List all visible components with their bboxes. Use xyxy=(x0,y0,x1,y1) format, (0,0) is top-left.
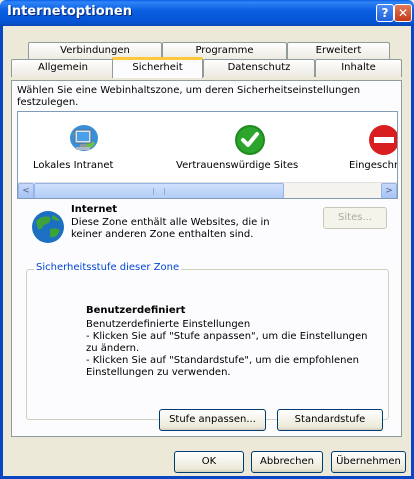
intranet-computer-icon xyxy=(70,125,98,151)
security-tab-panel: Wählen Sie eine Webinhaltszone, um deren… xyxy=(11,80,402,437)
tab-datenschutz[interactable]: Datenschutz xyxy=(203,59,315,77)
scroll-right-button[interactable]: > xyxy=(381,183,397,198)
default-level-button[interactable]: Standardstufe xyxy=(277,409,383,431)
security-level-group-label: Sicherheitsstufe dieser Zone xyxy=(34,262,182,273)
apply-button[interactable]: Übernehmen xyxy=(331,451,406,473)
help-button[interactable]: ? xyxy=(376,4,394,22)
selected-zone-title: Internet xyxy=(71,204,118,215)
zone-label-trusted: Vertrauenswürdige Sites xyxy=(176,160,299,171)
restricted-sign-icon xyxy=(369,125,397,155)
tab-sicherheit[interactable]: Sicherheit xyxy=(112,57,203,78)
tab-inhalte[interactable]: Inhalte xyxy=(315,59,402,77)
zone-list[interactable]: Lokales Intranet Vertrauenswürdige Sites… xyxy=(17,111,398,199)
window-title: Internetoptionen xyxy=(7,4,132,19)
selected-zone-description: Diese Zone enthält alle Websites, die in… xyxy=(71,217,270,240)
zone-item-trusted[interactable]: Vertrauenswürdige Sites xyxy=(176,112,318,182)
close-button[interactable]: ✕ xyxy=(394,4,412,22)
ok-button[interactable]: OK xyxy=(174,451,244,473)
zone-item-restricted[interactable]: Eingeschrä xyxy=(348,112,398,182)
custom-level-button[interactable]: Stufe anpassen... xyxy=(159,409,266,431)
tab-erweitert[interactable]: Erweitert xyxy=(287,42,390,60)
scroll-thumb[interactable] xyxy=(34,183,284,198)
scroll-left-button[interactable]: < xyxy=(18,183,34,198)
zone-label-intranet: Lokales Intranet xyxy=(33,160,114,171)
tab-allgemein[interactable]: Allgemein xyxy=(11,59,115,77)
sites-button[interactable]: Sites... xyxy=(323,207,387,229)
scroll-grip-icon xyxy=(153,188,165,195)
security-level-title: Benutzerdefiniert xyxy=(86,305,186,316)
title-bar[interactable]: Internetoptionen ? ✕ xyxy=(0,0,414,26)
internet-globe-icon xyxy=(32,211,64,243)
zone-label-restricted: Eingeschrä xyxy=(349,160,398,171)
trusted-check-icon xyxy=(235,125,265,155)
zone-intro-text: Wählen Sie eine Webinhaltszone, um deren… xyxy=(17,85,361,108)
zone-item-intranet[interactable]: Lokales Intranet xyxy=(28,112,138,182)
security-level-description: Benutzerdefinierte Einstellungen - Klick… xyxy=(86,319,368,378)
cancel-button[interactable]: Abbrechen xyxy=(251,451,323,473)
zone-list-scrollbar[interactable]: < > xyxy=(18,182,397,198)
